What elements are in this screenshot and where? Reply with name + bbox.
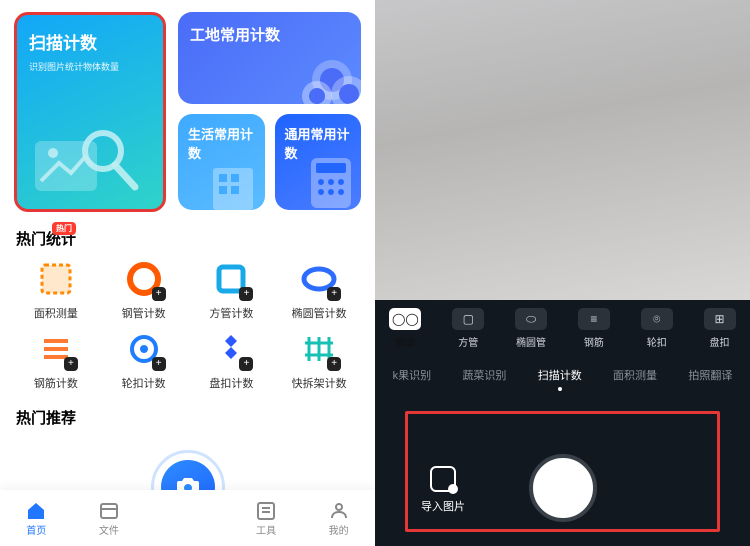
nav-icon [98, 500, 120, 522]
material-toolbar: ◯◯ 钢管 ▢ 方管 ⬭ 椭圆管 ≡ 钢筋 ⌾ 轮扣 ⊞ 盘扣 [375, 300, 750, 355]
nav-icon [255, 500, 277, 522]
nav-label: 文件 [99, 522, 119, 537]
building-icon [203, 160, 263, 210]
tool-钢管[interactable]: ◯◯ 钢管 [375, 308, 436, 349]
mode-option[interactable]: 蔬菜识别 [458, 365, 510, 385]
tool-icon: ≡ [578, 308, 610, 330]
stats-icon [36, 259, 76, 299]
stats-label: 方管计数 [209, 305, 253, 321]
stats-label: 钢筋计数 [34, 375, 78, 391]
mode-selector: k果识别 蔬菜识别 扫描计数 面积测量 拍照翻译 [375, 355, 750, 391]
plus-badge: + [327, 287, 341, 301]
shutter-button[interactable] [529, 454, 597, 522]
card-title: 生活常用计数 [188, 127, 253, 161]
stats-grid: 面积测量 + 钢管计数 + 方管计数 + 椭圆管计数 + 钢筋计数 [14, 259, 361, 391]
stats-icon: + [36, 329, 76, 369]
camera-controls: 导入图片 [375, 391, 750, 546]
section-hot-rec: 热门推荐 [16, 407, 359, 428]
plus-badge: + [152, 357, 166, 371]
plus-badge: + [327, 357, 341, 371]
bottom-nav: 首页 文件 工具 我的 [0, 490, 375, 546]
tool-icon: ▢ [452, 308, 484, 330]
nav-label: 首页 [26, 522, 46, 537]
tool-轮扣[interactable]: ⌾ 轮扣 [626, 308, 687, 349]
stats-icon: + [299, 329, 339, 369]
import-image-button[interactable]: 导入图片 [421, 466, 465, 514]
stats-item[interactable]: + 盘扣计数 [190, 329, 274, 391]
stats-label: 面积测量 [34, 305, 78, 321]
nav-files[interactable]: 文件 [85, 500, 133, 537]
home-screen: 扫描计数 识别图片统计物体数量 工地常用计数 生活 [0, 0, 375, 546]
stats-item[interactable]: 面积测量 [14, 259, 98, 321]
stats-icon: + [211, 259, 251, 299]
tool-label: 轮扣 [626, 334, 687, 349]
nav-icon [328, 500, 350, 522]
tool-盘扣[interactable]: ⊞ 盘扣 [689, 308, 750, 349]
tool-方管[interactable]: ▢ 方管 [438, 308, 499, 349]
card-construction-count[interactable]: 工地常用计数 [178, 12, 361, 104]
stats-item[interactable]: + 轮扣计数 [102, 329, 186, 391]
plus-badge: + [239, 357, 253, 371]
tool-椭圆管[interactable]: ⬭ 椭圆管 [501, 308, 562, 349]
tool-钢筋[interactable]: ≡ 钢筋 [563, 308, 624, 349]
stats-icon: + [299, 259, 339, 299]
hot-badge: 热门 [52, 222, 76, 235]
tool-label: 椭圆管 [501, 334, 562, 349]
pipes-icon [277, 40, 361, 104]
stats-icon: + [124, 329, 164, 369]
card-daily-count[interactable]: 生活常用计数 [178, 114, 265, 210]
stats-icon: + [124, 259, 164, 299]
mode-option[interactable]: 扫描计数 [534, 365, 586, 385]
stats-item[interactable]: + 快拆架计数 [277, 329, 361, 391]
stats-item[interactable]: + 钢筋计数 [14, 329, 98, 391]
nav-home[interactable]: 首页 [12, 500, 60, 537]
stats-icon: + [211, 329, 251, 369]
tool-icon: ⬭ [515, 308, 547, 330]
image-icon [430, 466, 456, 492]
nav-label: 我的 [329, 522, 349, 537]
camera-viewfinder[interactable] [375, 0, 750, 300]
tool-label: 方管 [438, 334, 499, 349]
mode-option[interactable]: 面积测量 [609, 365, 661, 385]
plus-badge: + [64, 357, 78, 371]
tool-icon: ⌾ [641, 308, 673, 330]
card-title: 工地常用计数 [190, 27, 280, 44]
stats-item[interactable]: + 钢管计数 [102, 259, 186, 321]
tool-icon: ⊞ [704, 308, 736, 330]
import-label: 导入图片 [421, 498, 465, 514]
tool-label: 钢筋 [563, 334, 624, 349]
mode-option[interactable]: 拍照翻译 [684, 365, 736, 385]
nav-me[interactable]: 我的 [315, 500, 363, 537]
mode-option[interactable]: k果识别 [389, 365, 436, 385]
scan-illustration-icon [31, 121, 141, 201]
plus-badge: + [239, 287, 253, 301]
nav-label: 工具 [256, 522, 276, 537]
tool-icon: ◯◯ [389, 308, 421, 330]
section-hot-stats: 热门统计 热门 [16, 228, 359, 249]
calculator-icon [303, 154, 357, 210]
card-general-count[interactable]: 通用常用计数 [275, 114, 362, 210]
plus-badge: + [152, 287, 166, 301]
tool-label: 盘扣 [689, 334, 750, 349]
stats-label: 快拆架计数 [292, 375, 347, 391]
stats-item[interactable]: + 椭圆管计数 [277, 259, 361, 321]
nav-icon [25, 500, 47, 522]
tool-label: 钢管 [375, 334, 436, 349]
stats-label: 钢管计数 [122, 305, 166, 321]
stats-label: 椭圆管计数 [292, 305, 347, 321]
card-scan-count[interactable]: 扫描计数 识别图片统计物体数量 [14, 12, 166, 212]
stats-label: 轮扣计数 [122, 375, 166, 391]
stats-label: 盘扣计数 [209, 375, 253, 391]
nav-tools[interactable]: 工具 [242, 500, 290, 537]
camera-screen: ◯◯ 钢管 ▢ 方管 ⬭ 椭圆管 ≡ 钢筋 ⌾ 轮扣 ⊞ 盘扣 k果识别 蔬菜识别… [375, 0, 750, 546]
stats-item[interactable]: + 方管计数 [190, 259, 274, 321]
card-title: 扫描计数 [29, 29, 151, 54]
card-subtitle: 识别图片统计物体数量 [29, 60, 151, 73]
